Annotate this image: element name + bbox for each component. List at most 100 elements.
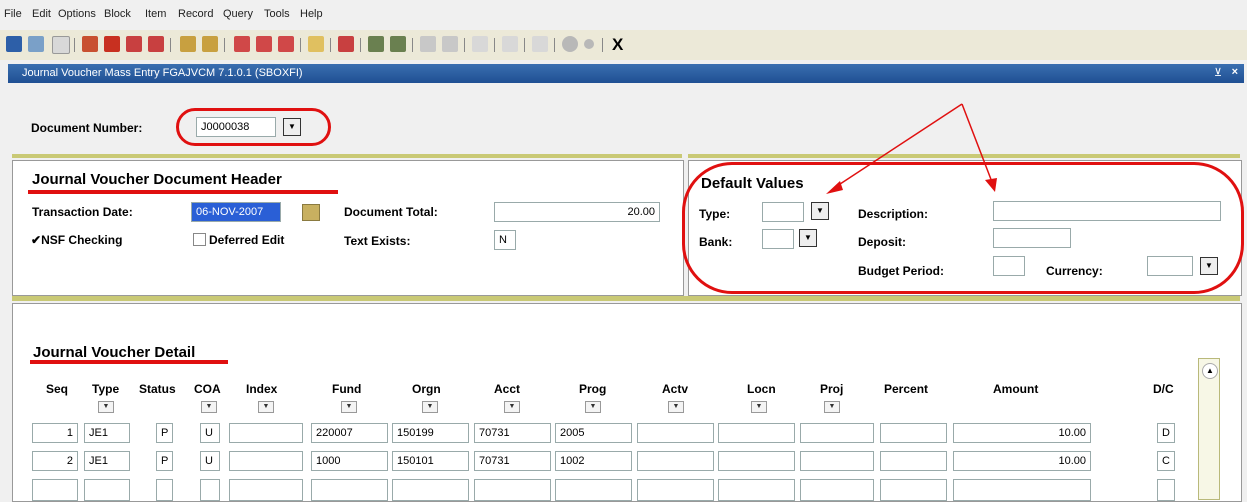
row2-proj[interactable] <box>800 451 874 471</box>
close-icon[interactable]: × <box>1232 66 1238 78</box>
export-icon[interactable] <box>368 36 384 52</box>
row3-percent[interactable] <box>880 479 947 501</box>
deferred-edit-checkbox[interactable]: Deferred Edit <box>193 233 284 247</box>
prog-filter-dropdown-icon[interactable]: ▼ <box>585 401 601 413</box>
row1-coa[interactable]: U <box>200 423 220 443</box>
extras-icon[interactable] <box>502 36 518 52</box>
row2-actv[interactable] <box>637 451 714 471</box>
save-icon[interactable] <box>6 36 22 52</box>
insert-record-icon[interactable] <box>82 36 98 52</box>
nsf-checking-checkbox[interactable]: ✔NSF Checking <box>31 233 122 247</box>
detail-scrollbar[interactable]: ▲ <box>1198 358 1220 500</box>
row3-fund[interactable] <box>311 479 388 501</box>
acct-filter-dropdown-icon[interactable]: ▼ <box>504 401 520 413</box>
menu-edit[interactable]: Edit <box>32 8 51 20</box>
menu-file[interactable]: File <box>4 8 22 20</box>
scroll-up-icon[interactable]: ▲ <box>1202 363 1218 379</box>
menu-tools[interactable]: Tools <box>264 8 290 20</box>
import-icon[interactable] <box>390 36 406 52</box>
row1-acct[interactable]: 70731 <box>474 423 551 443</box>
workflow-icon[interactable] <box>532 36 548 52</box>
calendar-icon[interactable] <box>302 204 320 221</box>
row3-dc[interactable] <box>1157 479 1175 501</box>
print-icon[interactable] <box>338 36 354 52</box>
previous-block-icon[interactable] <box>126 36 142 52</box>
row3-proj[interactable] <box>800 479 874 501</box>
row3-locn[interactable] <box>718 479 795 501</box>
fund-filter-dropdown-icon[interactable]: ▼ <box>341 401 357 413</box>
row3-prog[interactable] <box>555 479 632 501</box>
row1-status[interactable]: P <box>156 423 173 443</box>
menu-options[interactable]: Options <box>58 8 96 20</box>
row2-acct[interactable]: 70731 <box>474 451 551 471</box>
menu-block[interactable]: Block <box>104 8 131 20</box>
cancel-query-icon[interactable] <box>234 36 250 52</box>
text-exists-field[interactable]: N <box>494 230 516 250</box>
back-icon[interactable] <box>472 36 488 52</box>
coa-filter-dropdown-icon[interactable]: ▼ <box>201 401 217 413</box>
row3-index[interactable] <box>229 479 303 501</box>
row1-prog[interactable]: 2005 <box>555 423 632 443</box>
row3-type[interactable] <box>84 479 130 501</box>
next-block-icon[interactable] <box>148 36 164 52</box>
row1-type[interactable]: JE1 <box>84 423 130 443</box>
row3-amount[interactable] <box>953 479 1091 501</box>
row3-acct[interactable] <box>474 479 551 501</box>
menu-item[interactable]: Item <box>145 8 166 20</box>
locn-filter-dropdown-icon[interactable]: ▼ <box>751 401 767 413</box>
column-header-status: Status <box>139 382 176 396</box>
help-icon[interactable] <box>562 36 578 52</box>
row1-fund[interactable]: 220007 <box>311 423 388 443</box>
row2-prog[interactable]: 1002 <box>555 451 632 471</box>
proj-filter-dropdown-icon[interactable]: ▼ <box>824 401 840 413</box>
row3-orgn[interactable] <box>392 479 469 501</box>
row2-seq[interactable]: 2 <box>32 451 78 471</box>
row2-dc[interactable]: C <box>1157 451 1175 471</box>
menu-record[interactable]: Record <box>178 8 213 20</box>
exit-button[interactable]: X <box>612 35 623 55</box>
column-header-amount: Amount <box>993 382 1039 396</box>
transaction-date-field[interactable]: 06-NOV-2007 <box>191 202 281 222</box>
select-icon[interactable] <box>52 36 70 54</box>
row1-index[interactable] <box>229 423 303 443</box>
type-filter-dropdown-icon[interactable]: ▼ <box>98 401 114 413</box>
row2-coa[interactable]: U <box>200 451 220 471</box>
row3-status[interactable] <box>156 479 173 501</box>
execute-query-icon[interactable] <box>202 36 218 52</box>
row3-coa[interactable] <box>200 479 220 501</box>
enter-query-icon[interactable] <box>180 36 196 52</box>
row1-amount[interactable]: 10.00 <box>953 423 1091 443</box>
row1-orgn[interactable]: 150199 <box>392 423 469 443</box>
online-help-icon[interactable] <box>584 39 594 49</box>
row1-locn[interactable] <box>718 423 795 443</box>
row2-type[interactable]: JE1 <box>84 451 130 471</box>
remove-record-icon[interactable] <box>104 36 120 52</box>
options-icon[interactable] <box>308 36 324 52</box>
row1-dc[interactable]: D <box>1157 423 1175 443</box>
row1-percent[interactable] <box>880 423 947 443</box>
row1-actv[interactable] <box>637 423 714 443</box>
row3-seq[interactable] <box>32 479 78 501</box>
actv-filter-dropdown-icon[interactable]: ▼ <box>668 401 684 413</box>
row2-orgn[interactable]: 150101 <box>392 451 469 471</box>
item-properties-icon[interactable] <box>420 36 436 52</box>
document-total-field[interactable]: 20.00 <box>494 202 660 222</box>
index-filter-dropdown-icon[interactable]: ▼ <box>258 401 274 413</box>
orgn-filter-dropdown-icon[interactable]: ▼ <box>422 401 438 413</box>
row2-locn[interactable] <box>718 451 795 471</box>
minimize-icon[interactable]: ⊻ <box>1214 66 1222 79</box>
menu-query[interactable]: Query <box>223 8 253 20</box>
row1-proj[interactable] <box>800 423 874 443</box>
row2-fund[interactable]: 1000 <box>311 451 388 471</box>
row1-seq[interactable]: 1 <box>32 423 78 443</box>
menu-help[interactable]: Help <box>300 8 323 20</box>
rollback-icon[interactable] <box>28 36 44 52</box>
record-properties-icon[interactable] <box>442 36 458 52</box>
row2-index[interactable] <box>229 451 303 471</box>
row2-amount[interactable]: 10.00 <box>953 451 1091 471</box>
row2-percent[interactable] <box>880 451 947 471</box>
count-query-icon[interactable] <box>256 36 272 52</box>
clear-form-icon[interactable] <box>278 36 294 52</box>
row2-status[interactable]: P <box>156 451 173 471</box>
row3-actv[interactable] <box>637 479 714 501</box>
